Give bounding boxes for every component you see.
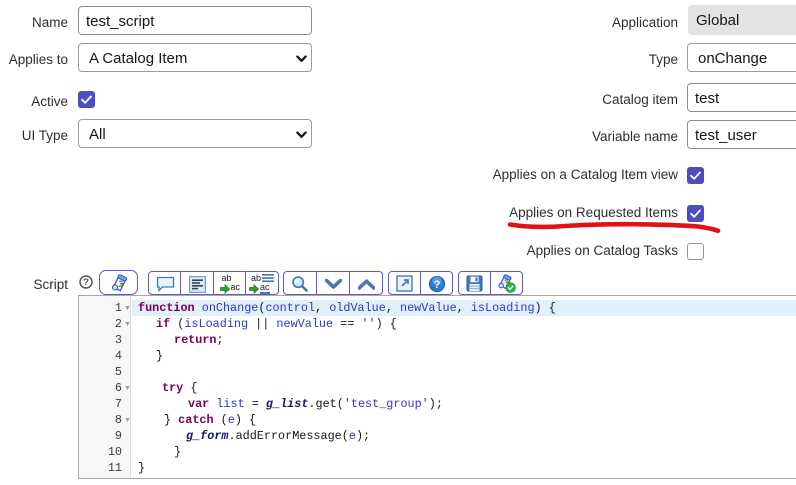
svg-text:?: ? [434,279,441,291]
svg-text:?: ? [83,277,89,288]
